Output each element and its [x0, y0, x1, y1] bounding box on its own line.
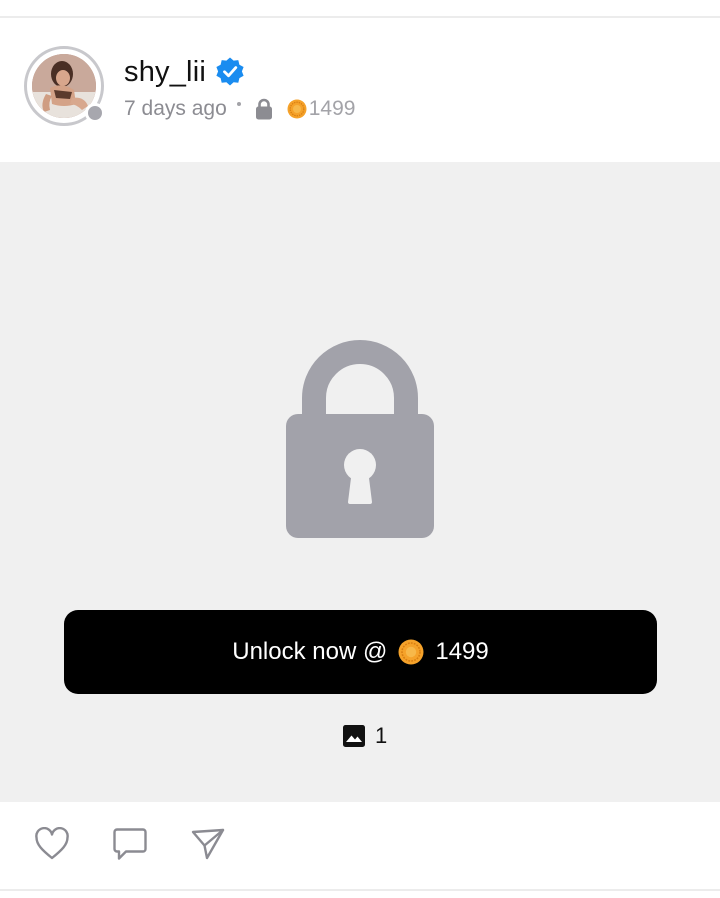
bottom-divider — [0, 889, 720, 891]
like-button[interactable] — [32, 826, 72, 866]
send-icon — [190, 826, 226, 867]
share-button[interactable] — [188, 826, 228, 866]
heart-icon — [34, 826, 70, 866]
username[interactable]: shy_lii — [124, 56, 206, 89]
image-count: 1 — [375, 723, 388, 748]
post-actions — [0, 802, 720, 890]
media-count: 1 — [343, 722, 387, 750]
coin-icon — [287, 99, 307, 119]
post-price: 1499 — [308, 97, 356, 120]
separator-dot — [236, 102, 241, 106]
status-dot — [85, 103, 105, 123]
post-card: shy_lii 7 days ago 1499 Unlock now @ 149… — [0, 0, 720, 898]
comment-button[interactable] — [110, 826, 150, 866]
post-time: 7 days ago — [124, 97, 227, 120]
image-icon — [343, 725, 365, 747]
post-header: shy_lii 7 days ago 1499 — [0, 18, 720, 162]
unlock-label: Unlock now @ — [232, 638, 388, 665]
unlock-button[interactable]: Unlock now @ 1499 — [64, 610, 657, 694]
coin-icon — [398, 639, 424, 665]
locked-media: Unlock now @ 1499 1 — [0, 162, 720, 802]
verified-badge-icon — [214, 56, 246, 88]
comment-icon — [112, 826, 148, 867]
unlock-price: 1499 — [435, 638, 489, 665]
username-row: shy_lii — [124, 52, 246, 92]
avatar[interactable] — [24, 46, 105, 126]
lock-icon — [285, 340, 435, 540]
lock-icon — [255, 98, 273, 120]
post-meta: 7 days ago 1499 — [124, 94, 355, 124]
